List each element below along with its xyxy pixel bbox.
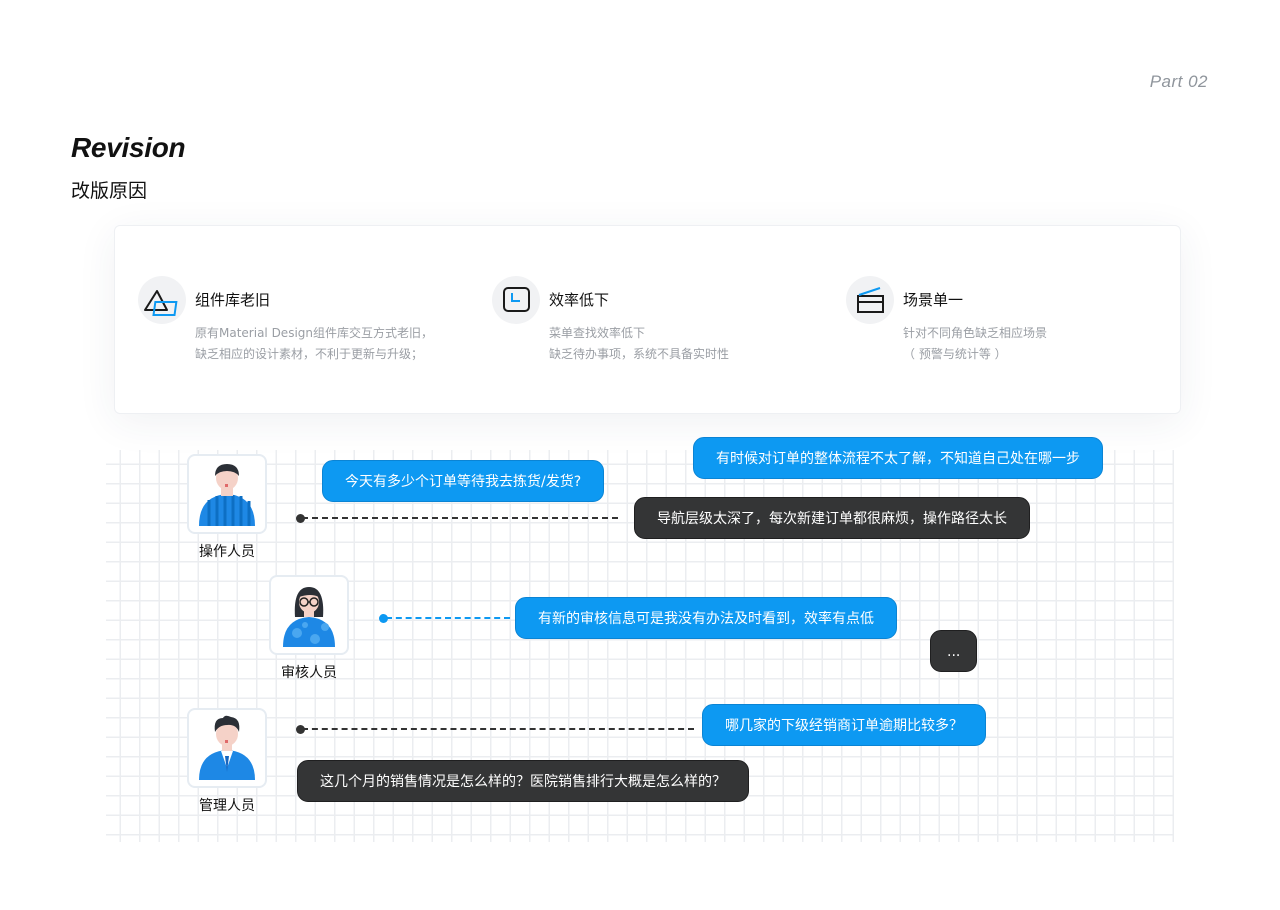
dashed-connector bbox=[386, 617, 510, 619]
issue-title: 效率低下 bbox=[549, 291, 610, 309]
chat-bubble: ... bbox=[930, 630, 978, 672]
issue-description: 菜单查找效率低下 缺乏待办事项，系统不具备实时性 bbox=[549, 326, 730, 361]
manager-avatar bbox=[187, 708, 267, 788]
page-title: Revision bbox=[71, 132, 186, 163]
issues-card: 组件库老旧 原有Material Design组件库交互方式老旧， 缺乏相应的设… bbox=[114, 225, 1181, 414]
page-subtitle: 改版原因 bbox=[71, 180, 148, 202]
chat-bubble: 哪几家的下级经销商订单逾期比较多？ bbox=[702, 704, 986, 746]
outdated-components-icon bbox=[138, 276, 186, 324]
clock-icon bbox=[492, 276, 540, 324]
issue-description: 针对不同角色缺乏相应场景 （ 预警与统计等 ） bbox=[903, 326, 1048, 361]
chat-bubble: 导航层级太深了，每次新建订单都很麻烦，操作路径太长 bbox=[634, 497, 1030, 539]
chat-bubble: 这几个月的销售情况是怎么样的？医院销售排行大概是怎么样的？ bbox=[297, 760, 749, 802]
chat-bubble: 有时候对订单的整体流程不太了解，不知道自己处在哪一步 bbox=[693, 437, 1103, 479]
role-label-reviewer: 审核人员 bbox=[281, 665, 337, 681]
issue-description: 原有Material Design组件库交互方式老旧， 缺乏相应的设计素材，不利… bbox=[195, 326, 433, 361]
operator-avatar bbox=[187, 454, 267, 534]
chat-bubble: 今天有多少个订单等待我去拣货/发货? bbox=[322, 460, 605, 502]
chat-bubble: 有新的审核信息可是我没有办法及时看到，效率有点低 bbox=[515, 597, 897, 639]
issue-title: 场景单一 bbox=[903, 291, 964, 309]
scene-clapper-icon bbox=[846, 276, 894, 324]
part-label: Part 02 bbox=[1149, 72, 1208, 91]
role-label-operator: 操作人员 bbox=[199, 544, 255, 560]
role-label-manager: 管理人员 bbox=[199, 798, 255, 814]
dashed-connector bbox=[302, 728, 694, 730]
dashed-connector bbox=[302, 517, 618, 519]
reviewer-avatar bbox=[269, 575, 349, 655]
issue-title: 组件库老旧 bbox=[195, 291, 271, 309]
